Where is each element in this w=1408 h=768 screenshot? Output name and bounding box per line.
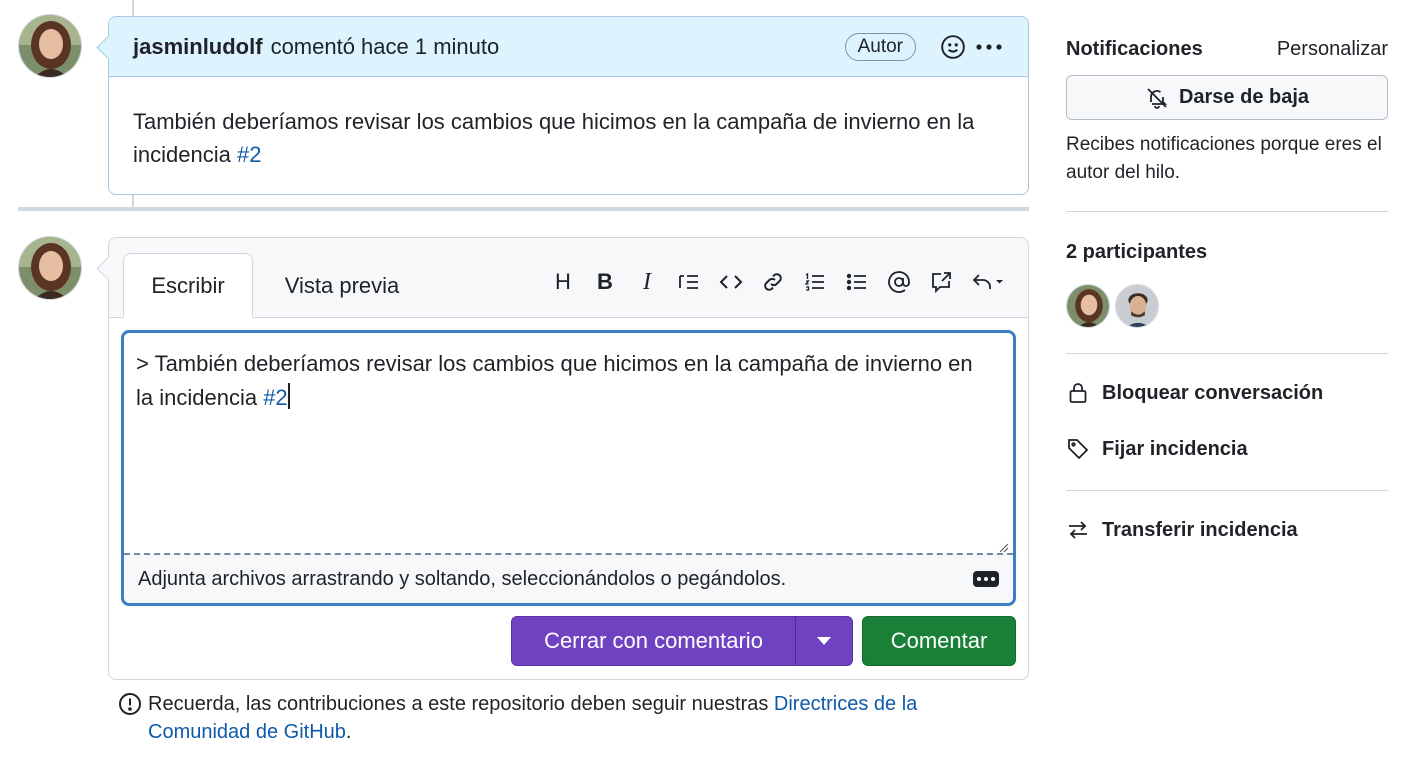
author-badge: Autor: [844, 32, 916, 61]
lock-conversation-action[interactable]: Bloquear conversación: [1066, 381, 1323, 405]
reminder-end: .: [345, 721, 352, 743]
participant-avatar[interactable]: [1115, 284, 1159, 328]
current-user-avatar[interactable]: [18, 236, 82, 300]
sidebar-divider: [1066, 353, 1388, 354]
unordered-list-icon[interactable]: [836, 264, 878, 300]
participant-avatar[interactable]: [1066, 284, 1110, 328]
smiley-icon[interactable]: [938, 32, 968, 62]
close-options-dropdown-icon[interactable]: [796, 617, 852, 665]
attach-files-bar[interactable]: Adjunta archivos arrastrando y soltando,…: [124, 553, 1013, 603]
textarea-issue-link: #2: [263, 385, 288, 410]
transfer-issue-label: Transferir incidencia: [1102, 518, 1298, 541]
more-options-icon[interactable]: [973, 571, 999, 587]
issue-reference-link[interactable]: #2: [237, 142, 261, 167]
tag-icon: [1068, 439, 1089, 460]
bold-button[interactable]: B: [584, 264, 626, 300]
mention-icon[interactable]: [878, 264, 920, 300]
textarea-content[interactable]: > También deberíamos revisar los cambios…: [136, 347, 983, 415]
reply-dropdown-icon[interactable]: [962, 264, 1014, 300]
comment-author[interactable]: jasminludolf: [133, 34, 263, 60]
unsubscribe-button[interactable]: Darse de baja: [1066, 75, 1388, 120]
lock-conversation-label: Bloquear conversación: [1102, 381, 1324, 404]
close-with-comment-button[interactable]: Cerrar con comentario: [511, 616, 853, 666]
resize-grip-icon[interactable]: [997, 541, 1009, 553]
pin-issue-action[interactable]: Fijar incidencia: [1066, 437, 1248, 461]
heading-button[interactable]: H: [542, 264, 584, 300]
timeline-divider: [18, 207, 1029, 211]
pin-issue-label: Fijar incidencia: [1102, 437, 1248, 460]
close-with-comment-label[interactable]: Cerrar con comentario: [512, 617, 796, 665]
comment-header: jasminludolf comentó hace 1 minuto Autor: [109, 17, 1028, 77]
contribution-reminder: Recuerda, las contribuciones a este repo…: [118, 690, 998, 746]
link-icon[interactable]: [752, 264, 794, 300]
issue-comment: jasminludolf comentó hace 1 minuto Autor…: [108, 16, 1029, 195]
bell-slash-icon: [1147, 87, 1168, 109]
tab-write[interactable]: Escribir: [123, 253, 253, 318]
comment-editor: Escribir Vista previa H B I > También de…: [108, 237, 1029, 680]
code-icon[interactable]: [710, 264, 752, 300]
unsubscribe-label: Darse de baja: [1178, 86, 1310, 108]
editor-header: Escribir Vista previa H B I: [109, 238, 1028, 318]
comment-body: También deberíamos revisar los cambios q…: [109, 77, 1028, 199]
markdown-toolbar: H B I: [542, 264, 1014, 300]
alert-icon: [119, 693, 141, 715]
kebab-horizontal-icon[interactable]: [974, 32, 1004, 62]
author-avatar[interactable]: [18, 14, 82, 78]
cross-reference-icon[interactable]: [920, 264, 962, 300]
sidebar-divider: [1066, 211, 1388, 212]
participants-title: 2 participantes: [1066, 241, 1208, 263]
italic-button[interactable]: I: [626, 264, 668, 300]
arrow-switch-icon: [1069, 521, 1087, 539]
ordered-list-icon[interactable]: [794, 264, 836, 300]
lock-icon: [1069, 383, 1087, 403]
sidebar-divider: [1066, 490, 1388, 491]
attach-hint: Adjunta archivos arrastrando y soltando,…: [138, 567, 787, 590]
notifications-reason: Recibes notificaciones porque eres el au…: [1066, 134, 1382, 183]
comment-textarea[interactable]: > También deberíamos revisar los cambios…: [121, 330, 1016, 606]
quote-icon[interactable]: [668, 264, 710, 300]
comment-button[interactable]: Comentar: [862, 616, 1016, 666]
transfer-issue-action[interactable]: Transferir incidencia: [1066, 518, 1298, 542]
text-caret: [287, 383, 290, 409]
customize-notifications-link[interactable]: Personalizar: [1277, 38, 1388, 61]
notifications-title: Notificaciones: [1066, 38, 1203, 60]
reminder-text: Recuerda, las contribuciones a este repo…: [148, 693, 774, 715]
textarea-value: > También deberíamos revisar los cambios…: [136, 351, 973, 410]
tab-preview[interactable]: Vista previa: [267, 253, 417, 318]
comment-timestamp[interactable]: comentó hace 1 minuto: [271, 34, 845, 60]
